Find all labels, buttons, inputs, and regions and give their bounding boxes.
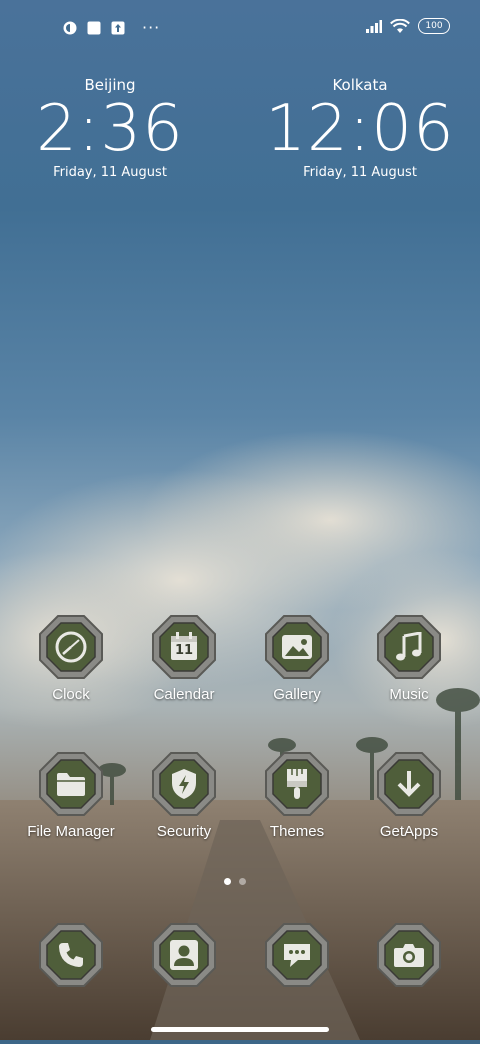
clock-date: Friday, 11 August	[53, 165, 167, 181]
page-indicator	[224, 878, 246, 885]
shield-icon	[151, 751, 217, 817]
app-label: Gallery	[273, 686, 321, 703]
app-getapps[interactable]: GetApps	[354, 751, 464, 840]
dock-camera[interactable]	[354, 922, 464, 988]
calendar-date-badge: 11	[174, 642, 194, 658]
page-dot-active[interactable]	[224, 878, 231, 885]
status-bar: ··· 100	[0, 0, 480, 56]
app-label: Music	[389, 686, 429, 703]
contacts-icon	[151, 922, 217, 988]
battery-icon: 100	[418, 18, 450, 34]
page-dot[interactable]	[239, 878, 246, 885]
music-icon	[376, 614, 442, 680]
app-label: Security	[156, 823, 212, 840]
app-clock[interactable]: Clock	[16, 614, 126, 703]
more-notifications: ···	[142, 18, 161, 37]
app-label: Calendar	[153, 686, 215, 703]
app-calendar[interactable]: 11 Calendar	[129, 614, 239, 703]
app-label: Clock	[52, 686, 90, 703]
app-gallery[interactable]: Gallery	[242, 614, 352, 703]
app-security[interactable]: Security	[129, 751, 239, 840]
dock-messages[interactable]	[242, 922, 352, 988]
clock-date: Friday, 11 August	[303, 165, 417, 181]
square-notif-icon	[86, 20, 102, 36]
signal-icon	[366, 18, 382, 34]
phone-icon	[38, 922, 104, 988]
wifi-icon	[390, 18, 410, 34]
folder-icon	[38, 751, 104, 817]
gallery-icon	[264, 614, 330, 680]
app-label: GetApps	[379, 823, 439, 840]
camera-icon	[376, 922, 442, 988]
app-music[interactable]: Music	[354, 614, 464, 703]
messages-icon	[264, 922, 330, 988]
brush-icon	[264, 751, 330, 817]
app-file-manager[interactable]: File Manager	[16, 751, 126, 840]
dock-contacts[interactable]	[129, 922, 239, 988]
clock-time: 12:06	[265, 92, 455, 166]
home-indicator[interactable]	[151, 1027, 329, 1032]
clock-icon	[38, 614, 104, 680]
clock-widget-beijing[interactable]: Beijing 2:36 Friday, 11 August	[0, 76, 220, 180]
download-icon	[376, 751, 442, 817]
upload-notif-icon	[110, 20, 126, 36]
calendar-icon: 11	[151, 614, 217, 680]
notification-icons: ···	[62, 18, 160, 37]
app-notif-icon	[62, 20, 78, 36]
system-icons: 100	[366, 18, 450, 34]
app-label: Themes	[269, 823, 325, 840]
app-label: File Manager	[27, 823, 115, 840]
dock-phone[interactable]	[16, 922, 126, 988]
clock-widget-kolkata[interactable]: Kolkata 12:06 Friday, 11 August	[250, 76, 470, 180]
clock-time: 2:36	[36, 92, 184, 166]
app-themes[interactable]: Themes	[242, 751, 352, 840]
